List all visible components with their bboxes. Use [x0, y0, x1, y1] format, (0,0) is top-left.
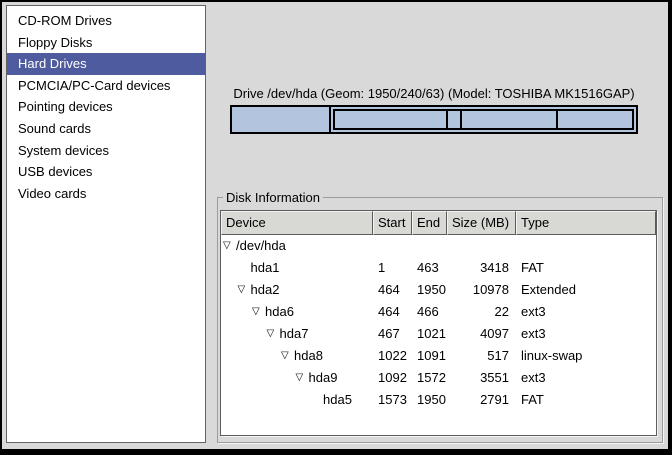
column-header-start[interactable]: Start — [373, 211, 412, 235]
cell-type: FAT — [521, 257, 544, 279]
partition-extended-box — [333, 109, 634, 130]
sidebar-item-cd-rom-drives[interactable]: CD-ROM Drives — [7, 10, 205, 32]
column-header-end[interactable]: End — [412, 211, 447, 235]
column-header-device[interactable]: Device — [221, 211, 373, 235]
sidebar-item-pcmcia-pc-card-devices[interactable]: PCMCIA/PC-Card devices — [7, 75, 205, 97]
sidebar-item-floppy-disks[interactable]: Floppy Disks — [7, 32, 205, 54]
expander-open-icon[interactable]: ▽ — [296, 367, 304, 389]
cell-start: 467 — [378, 323, 400, 345]
disk-information-table: Device Start End Size (MB) Type ▽/dev/hd… — [220, 210, 657, 436]
cell-end: 466 — [417, 301, 439, 323]
cell-type: ext3 — [521, 367, 546, 389]
cell-device: /dev/hda — [236, 235, 286, 257]
column-header-type[interactable]: Type — [516, 211, 656, 235]
table-row-hda9[interactable]: ▽hda9 1092 15723551 ext3 — [221, 367, 656, 389]
drive-title: Drive /dev/hda (Geom: 1950/240/63) (Mode… — [228, 86, 640, 102]
cell-type: linux-swap — [521, 345, 582, 367]
table-header-row: Device Start End Size (MB) Type — [221, 211, 656, 235]
cell-device: hda6 — [265, 301, 294, 323]
partition-segment-hda8 — [446, 111, 460, 128]
disk-information-label: Disk Information — [223, 190, 323, 205]
sidebar-item-hard-drives[interactable]: Hard Drives — [7, 53, 205, 75]
partition-bar — [230, 105, 638, 134]
column-header-size[interactable]: Size (MB) — [447, 211, 516, 235]
partition-segment-hda9 — [460, 111, 556, 128]
table-row-dev-hda[interactable]: ▽/dev/hda — [221, 235, 656, 257]
table-row-hda5[interactable]: hda5 1573 19502791 FAT — [221, 389, 656, 411]
cell-device: hda9 — [309, 367, 338, 389]
cell-start: 1022 — [378, 345, 407, 367]
partition-segment-hda1 — [232, 107, 331, 132]
cell-start: 1573 — [378, 389, 407, 411]
cell-device: hda1 — [251, 257, 280, 279]
table-row-hda7[interactable]: ▽hda7 467 10214097 ext3 — [221, 323, 656, 345]
expander-open-icon[interactable]: ▽ — [238, 279, 246, 301]
cell-start: 1 — [378, 257, 385, 279]
cell-end: 1572 — [417, 367, 446, 389]
sidebar-item-pointing-devices[interactable]: Pointing devices — [7, 96, 205, 118]
cell-end: 463 — [417, 257, 439, 279]
cell-size: 2791 — [451, 389, 509, 411]
table-row-hda8[interactable]: ▽hda8 1022 1091517 linux-swap — [221, 345, 656, 367]
cell-start: 1092 — [378, 367, 407, 389]
cell-end: 1021 — [417, 323, 446, 345]
cell-end: 1091 — [417, 345, 446, 367]
expander-open-icon[interactable]: ▽ — [223, 235, 231, 257]
partition-segment-hda2-extended — [331, 107, 636, 132]
cell-size: 3551 — [451, 367, 509, 389]
cell-size: 22 — [451, 301, 509, 323]
cell-type: ext3 — [521, 301, 546, 323]
expander-open-icon[interactable]: ▽ — [267, 323, 275, 345]
table-body: ▽/dev/hdahda114633418FAT▽hda246419501097… — [221, 235, 656, 411]
cell-size: 517 — [451, 345, 509, 367]
cell-device: hda8 — [294, 345, 323, 367]
cell-device: hda2 — [251, 279, 280, 301]
partition-segment-hda5 — [556, 111, 632, 128]
sidebar-item-video-cards[interactable]: Video cards — [7, 183, 205, 205]
expander-open-icon[interactable]: ▽ — [281, 345, 289, 367]
hardware-browser-window: CD-ROM DrivesFloppy DisksHard DrivesPCMC… — [0, 0, 672, 455]
cell-start: 464 — [378, 279, 400, 301]
sidebar-item-sound-cards[interactable]: Sound cards — [7, 118, 205, 140]
cell-size: 10978 — [451, 279, 509, 301]
cell-device: hda7 — [280, 323, 309, 345]
table-row-hda2[interactable]: ▽hda2 464 195010978 Extended — [221, 279, 656, 301]
cell-type: ext3 — [521, 323, 546, 345]
cell-end: 1950 — [417, 389, 446, 411]
cell-device: hda5 — [323, 389, 352, 411]
cell-type: Extended — [521, 279, 576, 301]
sidebar-item-system-devices[interactable]: System devices — [7, 140, 205, 162]
sidebar-item-usb-devices[interactable]: USB devices — [7, 161, 205, 183]
cell-end: 1950 — [417, 279, 446, 301]
cell-type: FAT — [521, 389, 544, 411]
table-row-hda6[interactable]: ▽hda6 464 466 22 ext3 — [221, 301, 656, 323]
cell-start: 464 — [378, 301, 400, 323]
partition-segment-hda7 — [335, 111, 446, 128]
device-category-list: CD-ROM DrivesFloppy DisksHard DrivesPCMC… — [6, 5, 206, 443]
cell-size: 3418 — [451, 257, 509, 279]
table-row-hda1[interactable]: hda1 1 463 3418 FAT — [221, 257, 656, 279]
cell-size: 4097 — [451, 323, 509, 345]
expander-open-icon[interactable]: ▽ — [252, 301, 260, 323]
